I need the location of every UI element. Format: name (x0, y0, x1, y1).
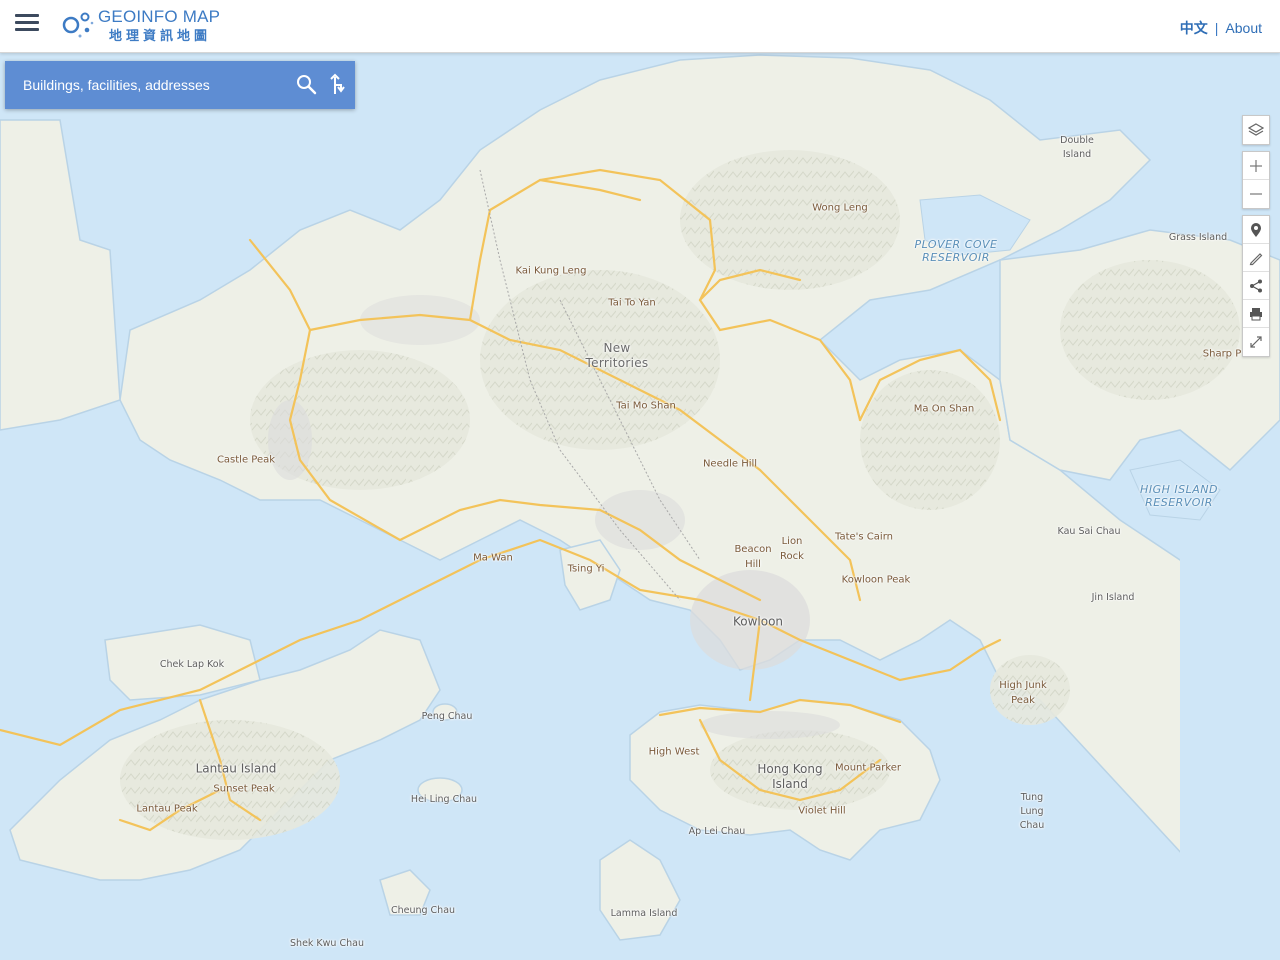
header-links: 中文 | About (1180, 18, 1262, 38)
label-tates-cairn: Tate's Cairn (835, 531, 893, 543)
label-sunset-peak: Sunset Peak (213, 783, 275, 795)
location-pin-icon[interactable] (1243, 216, 1269, 244)
label-plover-cove-reservoir: PLOVER COVE RESERVOIR (914, 238, 998, 264)
label-high-west: High West (648, 746, 700, 758)
search-icon[interactable] (295, 73, 319, 97)
logo[interactable]: GEOINFO MAP 地理資訊地圖 (62, 6, 242, 46)
label-jin-island: Jin Island (1091, 592, 1135, 603)
zoom-in-icon[interactable] (1243, 152, 1269, 180)
logo-subtitle: 地理資訊地圖 (109, 28, 212, 43)
print-icon[interactable] (1243, 300, 1269, 328)
label-kowloon: Kowloon (732, 614, 784, 629)
label-sharp-peak: Sharp P (1202, 348, 1242, 360)
map-canvas[interactable]: Double Island Wong Leng Grass Island PLO… (0, 0, 1280, 960)
label-ma-on-shan: Ma On Shan (913, 403, 975, 415)
zoom-out-icon[interactable] (1243, 180, 1269, 208)
about-link[interactable]: About (1225, 20, 1262, 36)
label-castle-peak: Castle Peak (216, 454, 276, 466)
hamburger-menu-icon[interactable] (15, 14, 39, 36)
label-new-territories: New Territories (585, 341, 649, 370)
label-ma-wan: Ma Wan (473, 552, 513, 564)
label-lamma-island: Lamma Island (610, 908, 678, 919)
label-violet-hill: Violet Hill (798, 805, 846, 817)
label-grass-island: Grass Island (1168, 232, 1228, 243)
label-lion-rock: Lion Rock (780, 536, 804, 562)
label-cheung-chau: Cheung Chau (390, 905, 456, 916)
label-kowloon-peak: Kowloon Peak (841, 574, 911, 586)
label-shek-kwu-chau: Shek Kwu Chau (290, 938, 364, 949)
measure-pencil-icon[interactable] (1243, 244, 1269, 272)
logo-circles-icon (62, 12, 94, 38)
label-tai-mo-shan: Tai Mo Shan (616, 400, 676, 412)
label-tai-to-yan: Tai To Yan (608, 297, 656, 309)
label-high-island-reservoir: HIGH ISLAND RESERVOIR (1140, 483, 1218, 509)
directions-icon[interactable] (327, 73, 349, 97)
label-peng-chau: Peng Chau (421, 711, 473, 722)
label-needle-hill: Needle Hill (702, 458, 758, 470)
app-header: GEOINFO MAP 地理資訊地圖 中文 | About (0, 0, 1280, 53)
logo-title: GEOINFO MAP (98, 7, 221, 26)
label-chek-lap-kok: Chek Lap Kok (159, 659, 225, 670)
label-double-island: Double Island (1060, 135, 1094, 160)
link-separator: | (1214, 20, 1219, 36)
layers-icon[interactable] (1243, 116, 1269, 144)
label-lantau-island: Lantau Island (195, 761, 277, 776)
layer-control (1242, 115, 1270, 145)
label-ap-lei-chau: Ap Lei Chau (688, 826, 746, 837)
label-kai-kung-leng: Kai Kung Leng (515, 265, 587, 277)
label-lantau-peak: Lantau Peak (136, 803, 198, 815)
fullscreen-icon[interactable] (1243, 328, 1269, 356)
label-hei-ling-chau: Hei Ling Chau (410, 794, 478, 805)
label-tung-lung-chau: Tung Lung Chau (1019, 792, 1045, 831)
label-kau-sai-chau: Kau Sai Chau (1057, 526, 1121, 537)
label-high-junk-peak: High Junk Peak (999, 680, 1047, 706)
language-link[interactable]: 中文 (1180, 20, 1208, 36)
zoom-control (1242, 151, 1270, 209)
label-tsing-yi: Tsing Yi (567, 563, 605, 575)
label-wong-leng: Wong Leng (812, 202, 868, 214)
label-hong-kong-island: Hong Kong Island (757, 762, 823, 791)
tools-control (1242, 215, 1270, 357)
search-panel (5, 61, 355, 109)
label-beacon-hill: Beacon Hill (734, 544, 772, 570)
share-icon[interactable] (1243, 272, 1269, 300)
label-mount-parker: Mount Parker (834, 762, 902, 774)
search-input[interactable] (13, 69, 283, 101)
